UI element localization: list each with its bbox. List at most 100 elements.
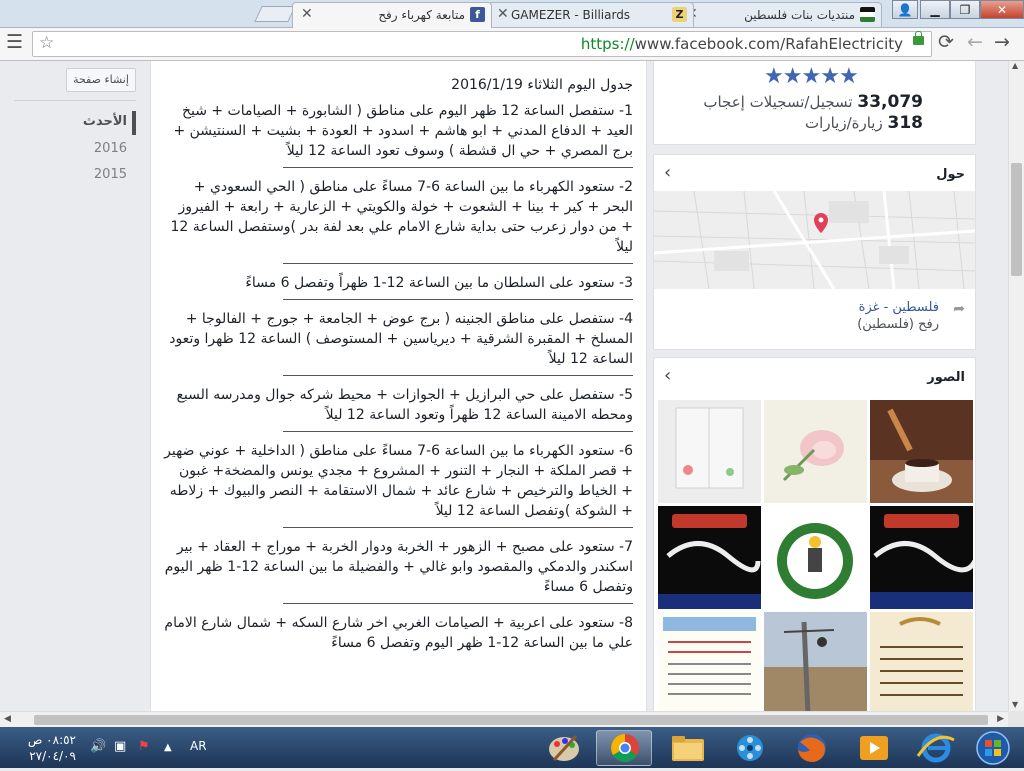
photo-thumbnail[interactable] bbox=[764, 400, 867, 503]
close-window-button[interactable]: ✕ bbox=[980, 0, 1024, 19]
photo-thumbnail[interactable] bbox=[870, 612, 973, 711]
star-rating: ★★★★★ bbox=[764, 64, 859, 89]
url-path: www.facebook.com/RafahElectricity bbox=[634, 35, 903, 53]
palestine-flag-icon bbox=[860, 7, 875, 22]
taskbar-video-player[interactable] bbox=[846, 730, 902, 766]
location-map[interactable] bbox=[654, 191, 975, 289]
volume-icon[interactable]: 🔊 bbox=[90, 739, 106, 754]
tab-title: متابعة كهرباء رفح bbox=[378, 8, 465, 22]
reload-icon[interactable]: ⟳ bbox=[938, 31, 954, 53]
taskbar-firefox[interactable] bbox=[784, 730, 840, 766]
window-controls: 👤 ▁ ❐ ✕ bbox=[892, 0, 1024, 20]
address-line-1[interactable]: فلسطين - غزة bbox=[859, 300, 939, 315]
create-page-button[interactable]: إنشاء صفحة bbox=[66, 68, 136, 92]
windows-taskbar: ٠٨:٥٢ ص ٢٧/٠٤/٠٩ 🔊 ▣ ⚑ ▲ AR bbox=[0, 727, 1024, 768]
scrollbar-corner bbox=[1008, 711, 1024, 727]
post-paragraph: 5- ستفصل على حي البرازيل + الجوازات + مح… bbox=[176, 387, 633, 423]
scroll-down-arrow-icon[interactable]: ▼ bbox=[1012, 700, 1018, 709]
facebook-icon: f bbox=[470, 7, 485, 22]
tab-forum[interactable]: ✕ منتديات بنات فلسطين bbox=[677, 2, 882, 27]
flower-photo bbox=[764, 400, 867, 503]
user-icon[interactable]: 👤 bbox=[892, 0, 918, 19]
scroll-right-arrow-icon[interactable]: ▶ bbox=[997, 714, 1004, 724]
show-hidden-icons-icon[interactable]: ▲ bbox=[164, 742, 172, 753]
tab-title: منتديات بنات فلسطين bbox=[744, 8, 855, 22]
photo-thumbnail[interactable] bbox=[870, 506, 973, 609]
photo-thumbnail[interactable] bbox=[658, 506, 761, 609]
horizontal-scroll-thumb[interactable] bbox=[34, 715, 988, 725]
post-paragraph: 4- ستفصل على مناطق الجنينه ( برج عوض + ا… bbox=[169, 311, 633, 367]
announcement-photo bbox=[658, 612, 761, 711]
star-icon: ★ bbox=[764, 64, 784, 89]
page-viewport: إنشاء صفحة الأحدث 2016 2015 جدول اليوم ا… bbox=[0, 61, 1008, 711]
scroll-up-arrow-icon[interactable]: ▲ bbox=[1012, 61, 1018, 70]
scroll-left-arrow-icon[interactable]: ◀ bbox=[4, 714, 11, 724]
start-button[interactable] bbox=[968, 730, 1018, 766]
gamezer-favicon-icon: Z bbox=[672, 7, 687, 22]
back-arrow-icon[interactable]: ← bbox=[967, 31, 983, 53]
action-center-icon[interactable]: ⚑ bbox=[138, 739, 150, 754]
forward-arrow-icon[interactable]: → bbox=[994, 31, 1010, 53]
window-photo bbox=[658, 400, 761, 503]
lock-icon bbox=[913, 31, 924, 45]
nav-item-2015[interactable]: 2015 bbox=[94, 167, 127, 182]
taskbar-paint[interactable] bbox=[536, 730, 592, 766]
close-tab-icon[interactable]: ✕ bbox=[497, 6, 509, 22]
minimize-button[interactable]: ▁ bbox=[920, 0, 950, 19]
star-icon: ★ bbox=[820, 64, 840, 89]
menu-icon[interactable]: ☰ bbox=[6, 31, 23, 53]
post-paragraph: 1- ستفصل الساعة 12 ظهر اليوم على مناطق (… bbox=[173, 103, 633, 159]
photos-title[interactable]: الصور bbox=[927, 370, 965, 385]
photo-thumbnail[interactable] bbox=[658, 400, 761, 503]
about-title[interactable]: حول bbox=[936, 167, 965, 182]
bookmark-star-icon[interactable]: ☆ bbox=[39, 33, 54, 53]
chevron-left-icon[interactable]: ‹ bbox=[664, 365, 671, 386]
photo-thumbnail[interactable] bbox=[658, 612, 761, 711]
separator-line bbox=[283, 299, 633, 300]
timeline-nav: إنشاء صفحة الأحدث 2016 2015 bbox=[0, 61, 150, 711]
post-card: جدول اليوم الثلاثاء 2016/1/19 1- ستفصل ا… bbox=[150, 61, 647, 711]
separator-line bbox=[283, 263, 633, 264]
post-paragraph: 6- ستعود الكهرباء ما بين الساعة 6-7 مساء… bbox=[164, 443, 633, 519]
paint-icon bbox=[549, 734, 579, 762]
map-graphic bbox=[654, 191, 975, 289]
post-header: جدول اليوم الثلاثاء 2016/1/19 bbox=[451, 77, 633, 93]
maximize-button[interactable]: ❐ bbox=[950, 0, 980, 19]
vertical-scrollbar[interactable]: ▲ ▼ bbox=[1008, 61, 1024, 711]
post-paragraph: 8- ستعود على اعربية + الصيامات الغربي اخ… bbox=[164, 615, 633, 651]
chevron-left-icon[interactable]: ‹ bbox=[664, 162, 671, 183]
emblem-logo bbox=[764, 506, 867, 609]
official-page-banner bbox=[658, 506, 761, 609]
horizontal-scrollbar[interactable]: ◀ ▶ bbox=[0, 711, 1008, 728]
system-clock[interactable]: ٠٨:٥٢ ص ٢٧/٠٤/٠٩ bbox=[16, 732, 76, 764]
close-tab-icon[interactable]: ✕ bbox=[301, 6, 313, 22]
nav-item-recent[interactable]: الأحدث bbox=[83, 114, 127, 129]
new-tab-button[interactable] bbox=[254, 6, 296, 22]
photo-thumbnail[interactable] bbox=[870, 400, 973, 503]
clock-date: ٢٧/٠٤/٠٩ bbox=[29, 749, 76, 763]
network-icon[interactable]: ▣ bbox=[114, 739, 126, 754]
language-indicator[interactable]: AR bbox=[190, 739, 207, 753]
taskbar-explorer[interactable] bbox=[660, 730, 716, 766]
tab-rafah-electricity[interactable]: ✕ متابعة كهرباء رفح f bbox=[292, 2, 492, 28]
url-text: https://www.facebook.com/RafahElectricit… bbox=[581, 35, 903, 53]
film-reel-icon bbox=[737, 735, 763, 761]
taskbar-chrome[interactable] bbox=[596, 730, 652, 766]
visits-stat: 318 زيارة/زيارات bbox=[805, 113, 923, 133]
address-bar[interactable]: ☆ https://www.facebook.com/RafahElectric… bbox=[32, 31, 932, 57]
url-scheme: https:// bbox=[580, 35, 635, 53]
firefox-icon bbox=[798, 734, 826, 762]
separator-line bbox=[283, 375, 633, 376]
photos-card: الصور ‹ bbox=[653, 357, 976, 711]
photo-thumbnail[interactable] bbox=[764, 612, 867, 711]
vertical-scroll-thumb[interactable] bbox=[1011, 163, 1022, 276]
photo-thumbnail[interactable] bbox=[764, 506, 867, 609]
separator-line bbox=[283, 527, 633, 528]
chrome-icon bbox=[611, 734, 639, 762]
coffee-photo bbox=[870, 400, 973, 503]
nav-item-2016[interactable]: 2016 bbox=[94, 141, 127, 156]
tab-gamezer[interactable]: ✕ GAMEZER - Billiards Z bbox=[488, 2, 694, 27]
taskbar-media-player[interactable] bbox=[722, 730, 778, 766]
share-arrow-icon: ➦ bbox=[953, 301, 965, 317]
taskbar-internet-explorer[interactable] bbox=[908, 730, 964, 766]
